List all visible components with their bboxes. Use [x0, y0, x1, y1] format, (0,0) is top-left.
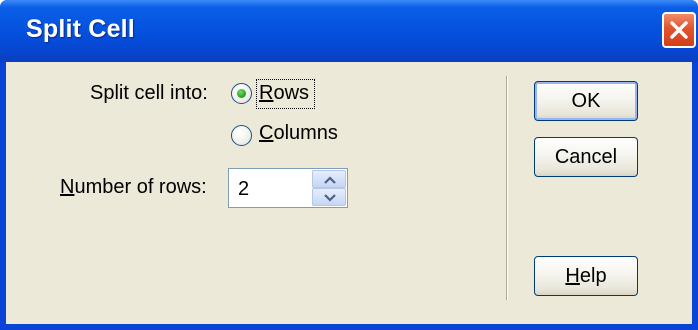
help-button[interactable]: Help: [534, 256, 638, 296]
window-title: Split Cell: [26, 15, 135, 43]
ok-button[interactable]: OK: [534, 81, 638, 121]
vertical-divider: [506, 76, 508, 300]
cancel-button[interactable]: Cancel: [534, 137, 638, 177]
radio-selected-dot: [237, 89, 246, 98]
split-cell-into-label: Split cell into:: [90, 82, 208, 104]
rows-spinner[interactable]: [312, 170, 346, 206]
split-cell-dialog: Split Cell Split cell into: Rows Columns…: [0, 0, 698, 330]
chevron-up-icon: [324, 176, 336, 184]
title-bar[interactable]: Split Cell: [0, 0, 698, 62]
close-button[interactable]: [662, 12, 696, 48]
chevron-down-icon: [324, 194, 336, 202]
rows-option-label[interactable]: Rows: [259, 82, 309, 105]
close-icon: [670, 21, 688, 39]
spin-up-button[interactable]: [312, 170, 346, 188]
columns-radio[interactable]: [231, 125, 252, 146]
number-of-rows-value: 2: [238, 178, 250, 200]
number-of-rows-label: Number of rows:: [60, 176, 207, 198]
columns-option-label[interactable]: Columns: [259, 122, 338, 145]
spin-down-button[interactable]: [312, 188, 346, 206]
rows-radio[interactable]: [231, 83, 252, 104]
